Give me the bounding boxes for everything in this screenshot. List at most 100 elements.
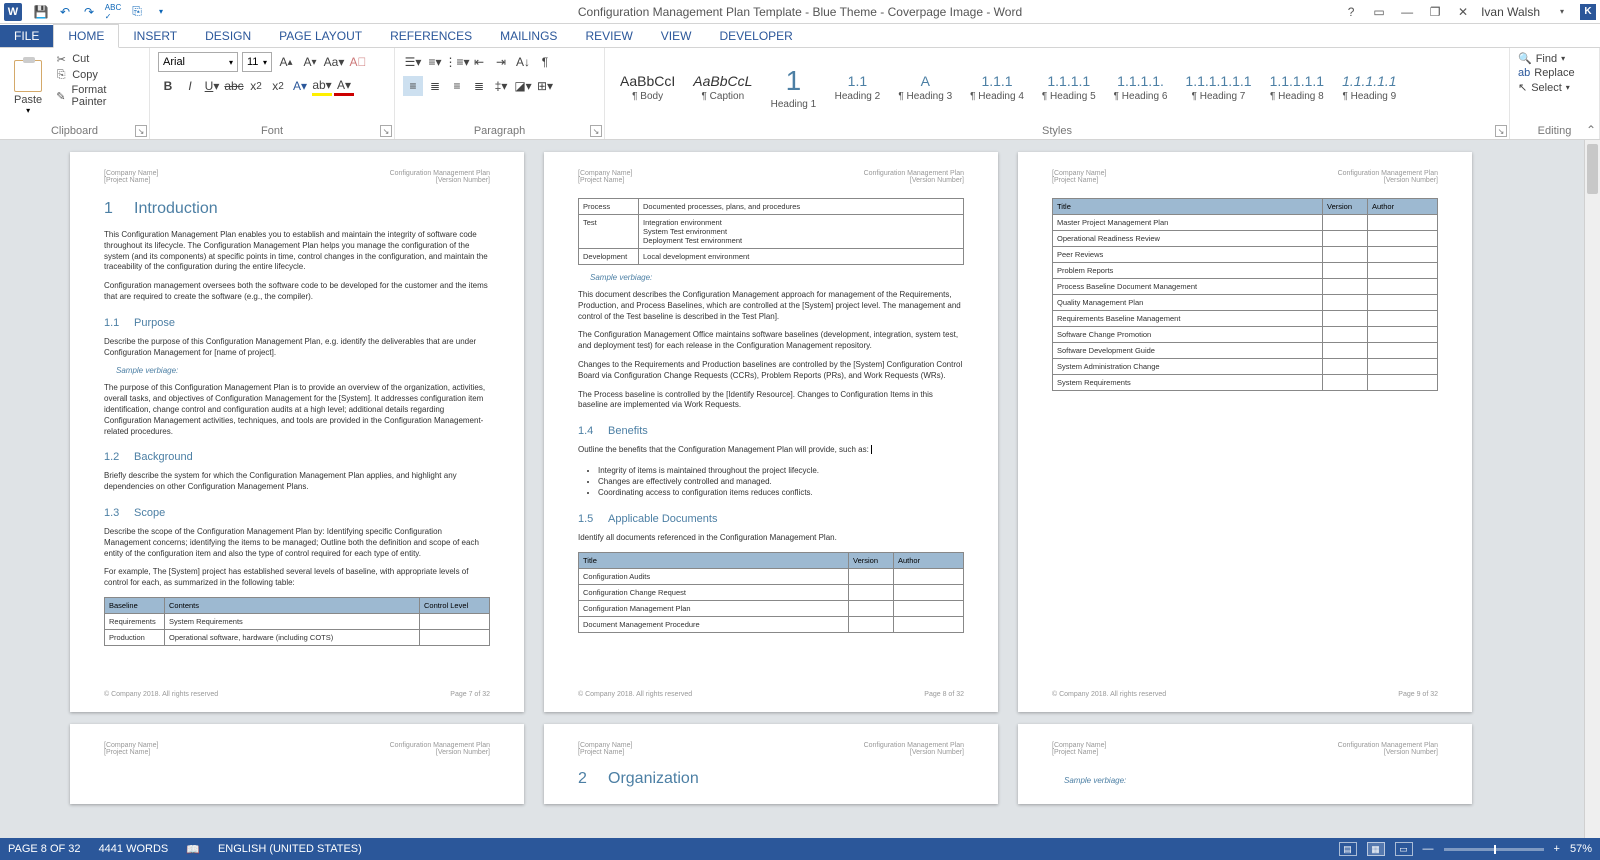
help-button[interactable]: ? (1341, 4, 1361, 20)
tab-review[interactable]: REVIEW (571, 25, 646, 47)
page-12[interactable]: [Company Name][Project Name] Configurati… (1018, 724, 1472, 804)
underline-button[interactable]: U▾ (202, 76, 222, 96)
clear-formatting-button[interactable]: A⃠ (348, 52, 368, 72)
zoom-in-button[interactable]: + (1554, 843, 1560, 855)
find-button[interactable]: 🔍Find▾ (1518, 52, 1591, 65)
style-item[interactable]: AaBbCcI¶ Body (613, 59, 682, 117)
line-spacing-button[interactable]: ‡▾ (491, 76, 511, 96)
account-icon[interactable]: K (1580, 4, 1596, 20)
style-item[interactable]: 1.1.1¶ Heading 4 (963, 59, 1031, 117)
style-item[interactable]: 1Heading 1 (763, 59, 823, 117)
paste-button[interactable]: Paste ▾ (8, 52, 48, 123)
clipboard-launcher[interactable]: ↘ (135, 125, 147, 137)
collapse-ribbon-button[interactable]: ⌃ (1586, 123, 1596, 137)
align-right-button[interactable]: ≡ (447, 76, 467, 96)
qat-customize-button[interactable]: ▾ (150, 2, 172, 22)
status-words[interactable]: 4441 WORDS (99, 843, 169, 855)
style-item[interactable]: 1.1.1.1.1.1¶ Heading 7 (1178, 59, 1258, 117)
bold-button[interactable]: B (158, 76, 178, 96)
status-proofing-icon[interactable]: 📖 (186, 843, 200, 856)
italic-button[interactable]: I (180, 76, 200, 96)
user-name[interactable]: Ivan Walsh (1481, 5, 1540, 19)
sort-button[interactable]: A↓ (513, 52, 533, 72)
zoom-level[interactable]: 57% (1570, 843, 1592, 855)
style-item[interactable]: 1.1.1.1.¶ Heading 6 (1107, 59, 1175, 117)
style-item[interactable]: 1.1Heading 2 (827, 59, 887, 117)
font-color-button[interactable]: A▾ (334, 76, 354, 96)
scrollbar-thumb[interactable] (1587, 144, 1598, 194)
text-effects-button[interactable]: A▾ (290, 76, 310, 96)
tab-home[interactable]: HOME (53, 24, 119, 48)
close-button[interactable]: ✕ (1453, 4, 1473, 20)
undo-button[interactable]: ↶ (54, 2, 76, 22)
select-button[interactable]: ↖Select▾ (1518, 81, 1591, 94)
print-layout-button[interactable]: ▦ (1367, 842, 1385, 856)
vertical-scrollbar[interactable] (1584, 140, 1600, 838)
tab-view[interactable]: VIEW (647, 25, 706, 47)
user-dropdown[interactable]: ▾ (1552, 4, 1572, 20)
font-size-combo[interactable]: 11▾ (242, 52, 272, 72)
zoom-slider[interactable] (1444, 848, 1544, 851)
status-language[interactable]: ENGLISH (UNITED STATES) (218, 843, 362, 855)
replace-button[interactable]: abReplace (1518, 67, 1591, 79)
zoom-out-button[interactable]: — (1423, 843, 1434, 855)
spellcheck-button[interactable]: ABC✓ (102, 2, 124, 22)
tab-developer[interactable]: DEVELOPER (705, 25, 806, 47)
style-item[interactable]: 1.1.1.1.1¶ Heading 8 (1263, 59, 1332, 117)
strikethrough-button[interactable]: abc (224, 76, 244, 96)
web-layout-button[interactable]: ▭ (1395, 842, 1413, 856)
style-item[interactable]: 1.1.1.1¶ Heading 5 (1035, 59, 1103, 117)
page-8[interactable]: [Company Name][Project Name] Configurati… (544, 152, 998, 712)
page-11[interactable]: [Company Name][Project Name] Configurati… (544, 724, 998, 804)
tab-mailings[interactable]: MAILINGS (486, 25, 571, 47)
touch-mode-button[interactable]: ⎘ (126, 2, 148, 22)
paragraph-launcher[interactable]: ↘ (590, 125, 602, 137)
read-mode-button[interactable]: ▤ (1339, 842, 1357, 856)
align-center-button[interactable]: ≣ (425, 76, 445, 96)
page-9[interactable]: [Company Name][Project Name] Configurati… (1018, 152, 1472, 712)
numbering-button[interactable]: ≡▾ (425, 52, 445, 72)
copy-icon: ⎘ (54, 68, 68, 82)
redo-button[interactable]: ↷ (78, 2, 100, 22)
shrink-font-button[interactable]: A▾ (300, 52, 320, 72)
font-launcher[interactable]: ↘ (380, 125, 392, 137)
page-10[interactable]: [Company Name][Project Name] Configurati… (70, 724, 524, 804)
style-item[interactable]: A¶ Heading 3 (891, 59, 959, 117)
superscript-button[interactable]: x2 (268, 76, 288, 96)
change-case-button[interactable]: Aa▾ (324, 52, 344, 72)
document-area[interactable]: [Company Name][Project Name] Configurati… (0, 140, 1600, 838)
status-page[interactable]: PAGE 8 OF 32 (8, 843, 81, 855)
show-hide-button[interactable]: ¶ (535, 52, 555, 72)
style-item[interactable]: 1.1.1.1.1¶ Heading 9 (1335, 59, 1404, 117)
tab-page-layout[interactable]: PAGE LAYOUT (265, 25, 376, 47)
group-clipboard: Paste ▾ ✂Cut ⎘Copy ✎Format Painter Clipb… (0, 48, 150, 139)
multilevel-button[interactable]: ⋮≡▾ (447, 52, 467, 72)
increase-indent-button[interactable]: ⇥ (491, 52, 511, 72)
save-button[interactable]: 💾 (30, 2, 52, 22)
subscript-button[interactable]: x2 (246, 76, 266, 96)
page-7[interactable]: [Company Name][Project Name] Configurati… (70, 152, 524, 712)
page-header: [Company Name][Project Name] Configurati… (578, 170, 964, 184)
tab-insert[interactable]: INSERT (119, 25, 191, 47)
bullets-button[interactable]: ☰▾ (403, 52, 423, 72)
borders-button[interactable]: ⊞▾ (535, 76, 555, 96)
styles-gallery[interactable]: AaBbCcI¶ BodyAaBbCcL¶ Caption1Heading 11… (613, 52, 1501, 123)
tab-design[interactable]: DESIGN (191, 25, 265, 47)
justify-button[interactable]: ≣ (469, 76, 489, 96)
decrease-indent-button[interactable]: ⇤ (469, 52, 489, 72)
styles-launcher[interactable]: ↘ (1495, 125, 1507, 137)
align-left-button[interactable]: ≡ (403, 76, 423, 96)
tab-file[interactable]: FILE (0, 25, 53, 47)
minimize-button[interactable]: — (1397, 4, 1417, 20)
grow-font-button[interactable]: A▴ (276, 52, 296, 72)
highlight-button[interactable]: ab▾ (312, 76, 332, 96)
tab-references[interactable]: REFERENCES (376, 25, 486, 47)
cut-button[interactable]: ✂Cut (54, 52, 141, 66)
copy-button[interactable]: ⎘Copy (54, 68, 141, 82)
style-item[interactable]: AaBbCcL¶ Caption (686, 59, 759, 117)
font-name-combo[interactable]: Arial▾ (158, 52, 238, 72)
shading-button[interactable]: ◪▾ (513, 76, 533, 96)
format-painter-button[interactable]: ✎Format Painter (54, 84, 141, 108)
ribbon-display-button[interactable]: ▭ (1369, 4, 1389, 20)
restore-button[interactable]: ❐ (1425, 4, 1445, 20)
